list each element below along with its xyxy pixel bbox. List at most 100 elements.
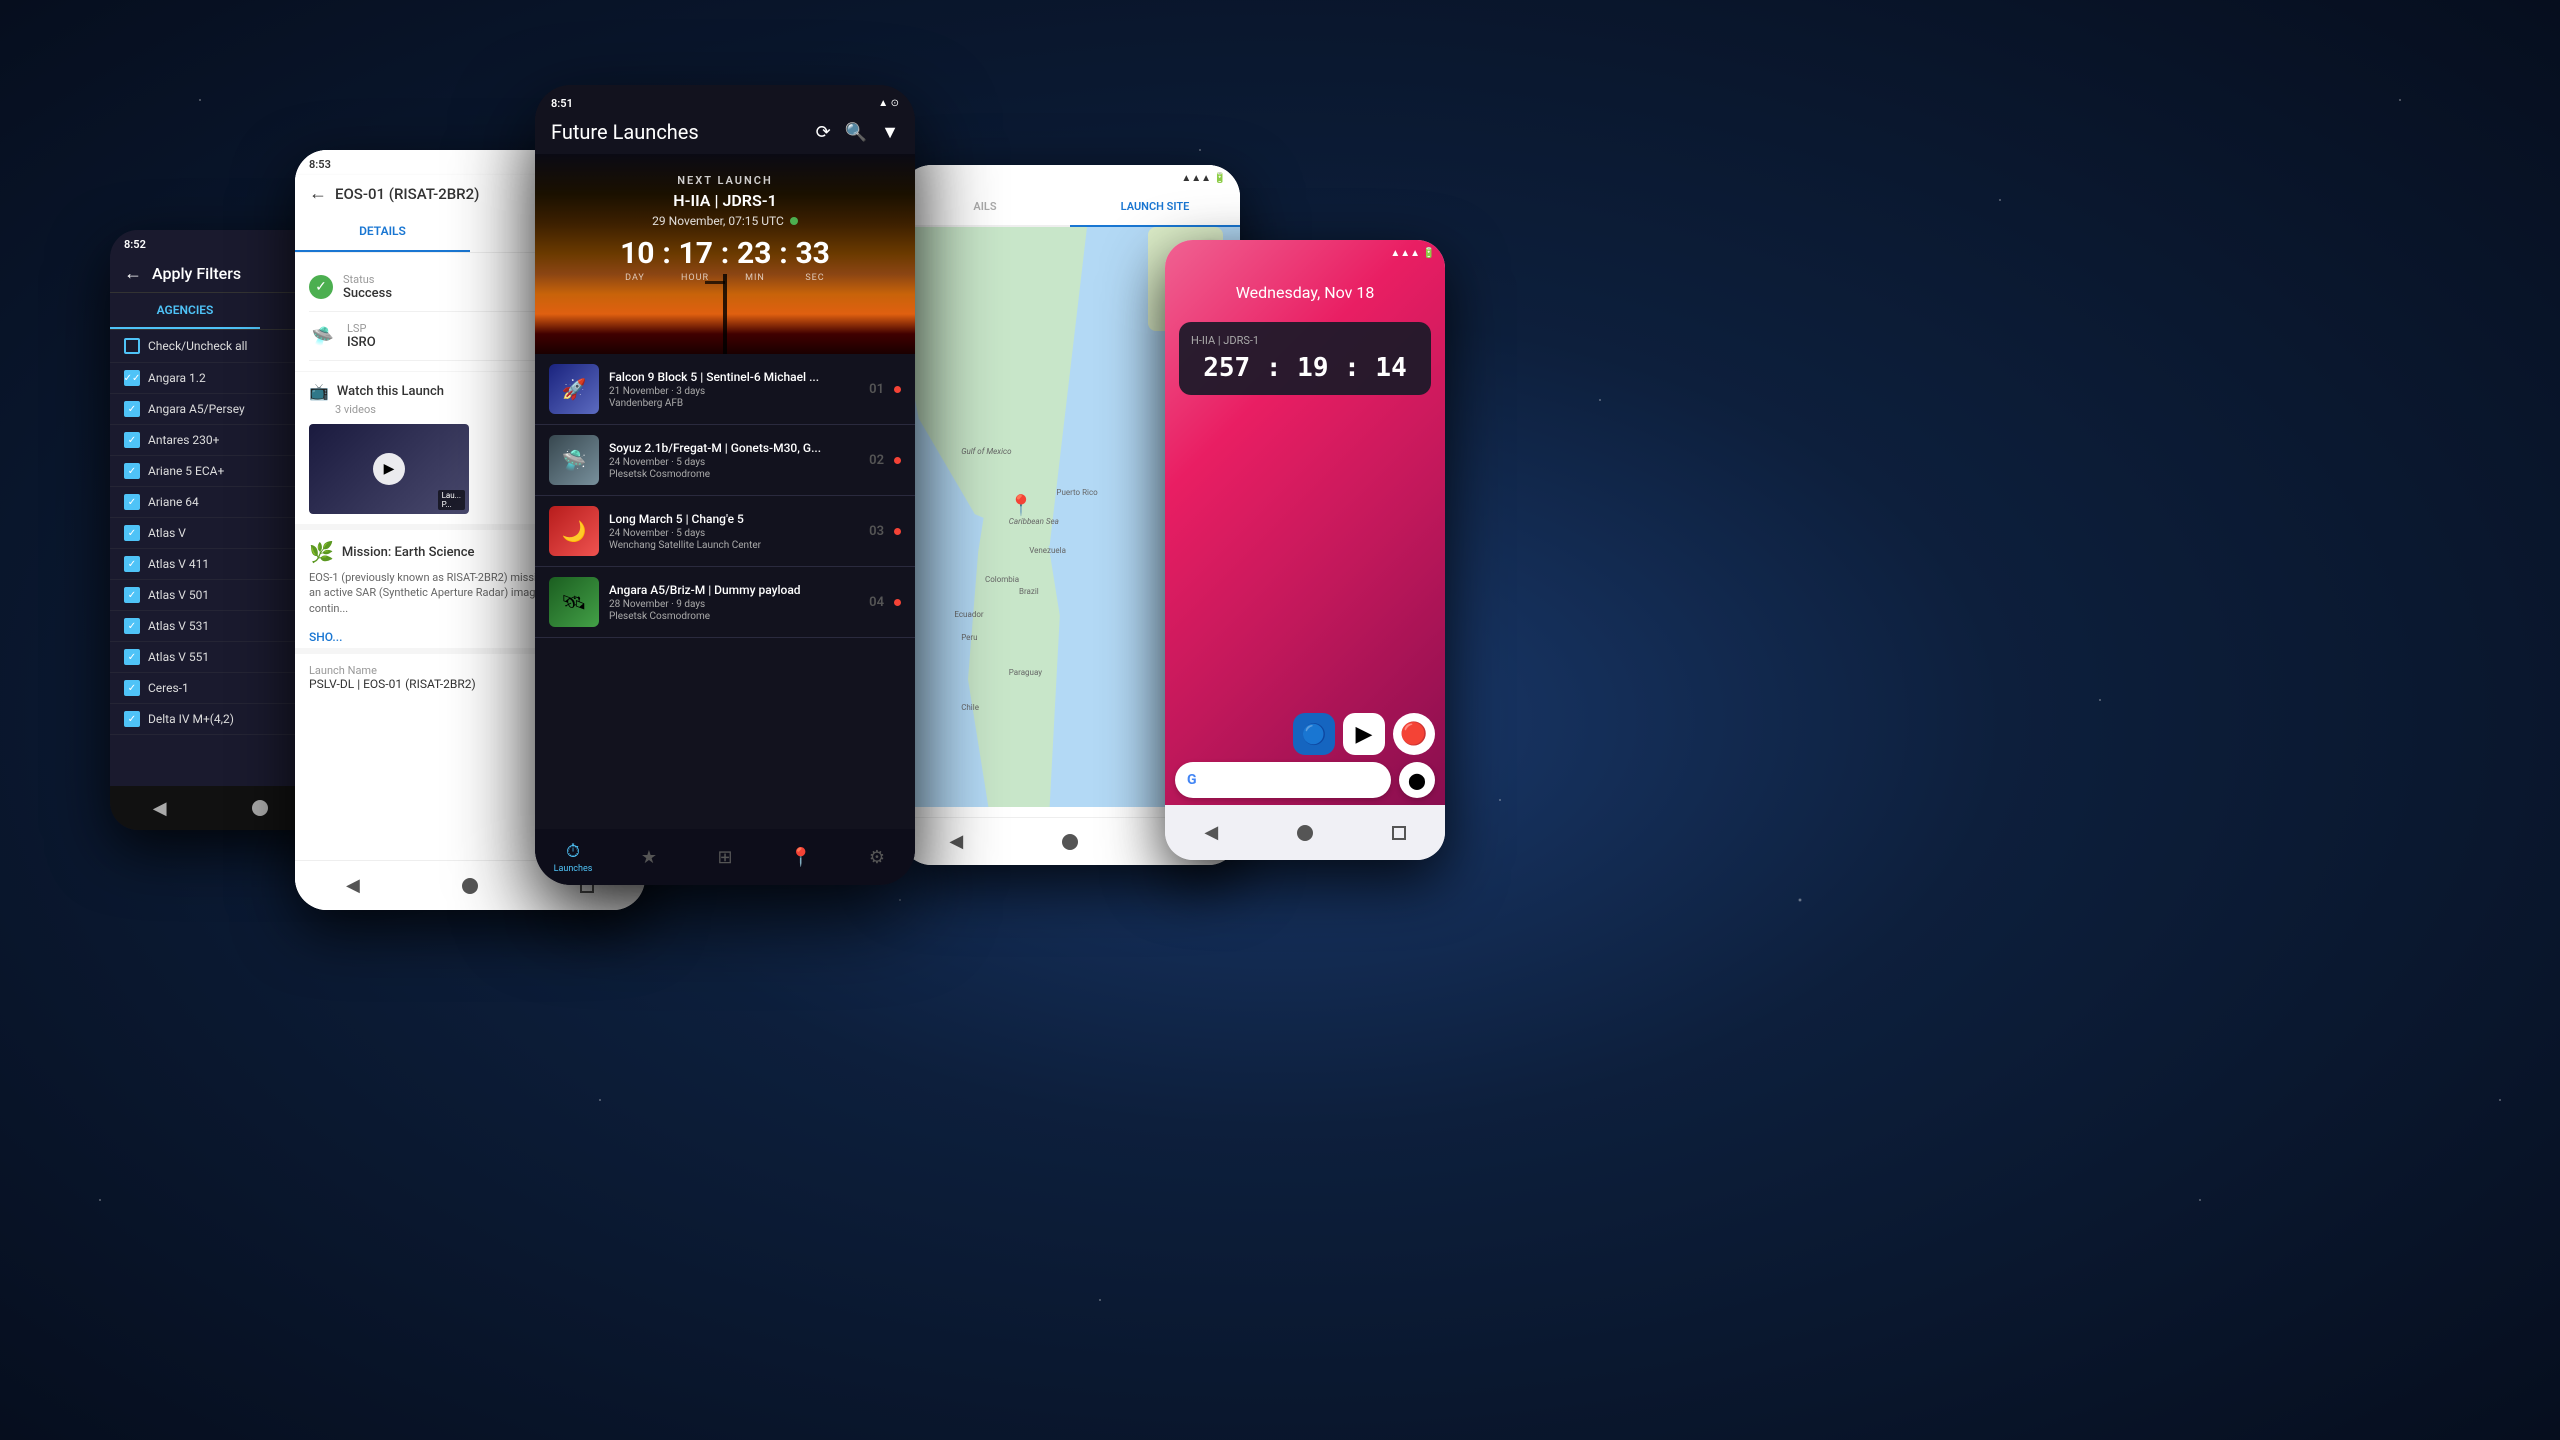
main-notch	[535, 85, 915, 93]
nav-favorites[interactable]: ★	[611, 847, 687, 868]
countdown-hours: 17	[673, 236, 719, 271]
nav-map[interactable]: 📍	[763, 847, 839, 868]
countdown-display: 10 : 17 : 23 : 33	[614, 236, 835, 271]
history-icon[interactable]: ⟳	[816, 122, 831, 143]
launch-item-3[interactable]: 🌙 Long March 5 | Chang'e 5 24 November ·…	[535, 496, 915, 567]
launch-location-3: Wenchang Satellite Launch Center	[609, 540, 859, 551]
app-icon-chrome[interactable]: 🔴	[1393, 713, 1435, 755]
launch-num-4: 04	[869, 595, 884, 610]
cd-sep2	[720, 273, 730, 283]
launch-status-dot-1	[894, 386, 901, 393]
tab-launch-site[interactable]: LAUNCH SITE	[1070, 188, 1240, 227]
launch-item-4[interactable]: 🛰 Angara A5/Briz-M | Dummy payload 28 No…	[535, 567, 915, 638]
launch-status-dot-4	[894, 599, 901, 606]
tab-details-map[interactable]: AILS	[900, 188, 1070, 225]
video-thumbnail[interactable]: ▶ Lau...P...	[309, 424, 469, 514]
widget-date: Wednesday, Nov 18	[1165, 283, 1445, 302]
cd-label-sec: SEC	[792, 273, 838, 283]
app-icons-row: 🔵 ▶ 🔴	[1165, 713, 1445, 755]
status-value: Success	[343, 286, 392, 301]
watch-title: Watch this Launch	[337, 384, 444, 399]
main-header-icons: ⟳ 🔍 ▼	[816, 122, 899, 143]
launch-location-4: Plesetsk Cosmodrome	[609, 611, 859, 622]
nav-grid[interactable]: ⊞	[687, 847, 763, 868]
nav-launches[interactable]: ⏱ Launches	[535, 841, 611, 874]
country-peru: Peru	[961, 633, 977, 642]
launch-num-1: 01	[869, 382, 884, 397]
launch-thumb-3: 🌙	[549, 506, 599, 556]
search-icon[interactable]: 🔍	[845, 122, 867, 143]
country-caribbean: Caribbean Sea	[1009, 517, 1059, 526]
app-icon-play[interactable]: ▶	[1343, 713, 1385, 755]
nav-back-icon[interactable]: ◀	[153, 798, 167, 819]
country-colombia: Colombia	[985, 575, 1019, 584]
launches-nav-label: Launches	[554, 864, 593, 874]
play-button-icon[interactable]: ▶	[373, 453, 405, 485]
nav-home-icon[interactable]	[252, 800, 268, 816]
lsp-value: ISRO	[347, 335, 376, 350]
app-icon-blue[interactable]: 🔵	[1293, 713, 1335, 755]
widget-countdown-card: H-IIA | JDRS-1 257 : 19 : 14	[1179, 322, 1431, 395]
next-launch-name: H-IIA | JDRS-1	[673, 191, 776, 210]
eos-title: EOS-01 (RISAT-2BR2)	[335, 185, 479, 203]
eos-nav-home[interactable]	[462, 878, 478, 894]
launch-name-2: Soyuz 2.1b/Fregat-M | Gonets-M30, G...	[609, 441, 859, 455]
map-nav-back[interactable]: ◀	[949, 831, 963, 852]
nav-settings[interactable]: ⚙	[839, 847, 915, 868]
countdown-minutes: 23	[731, 236, 777, 271]
filters-back-button[interactable]: ←	[124, 263, 142, 284]
tab-details[interactable]: DETAILS	[295, 212, 470, 252]
filter-icon[interactable]: ▼	[881, 122, 899, 143]
checkbox-all[interactable]	[124, 338, 140, 354]
main-bottom-nav: ⏱ Launches ★ ⊞ 📍 ⚙	[535, 829, 915, 885]
mission-icon: 🌿	[309, 540, 334, 564]
filter-label-antares: Antares 230+	[148, 433, 219, 447]
widget-nav-back[interactable]: ◀	[1204, 822, 1218, 843]
checkbox-angara12[interactable]: ✓	[124, 370, 140, 386]
mission-title: Mission: Earth Science	[342, 545, 475, 560]
launch-status-dot-3	[894, 528, 901, 535]
launch-thumb-4: 🛰	[549, 577, 599, 627]
next-launch-label: NEXT LAUNCH	[677, 174, 772, 187]
launch-num-3: 03	[869, 524, 884, 539]
map-nav-icon: 📍	[790, 847, 812, 868]
eos-back-button[interactable]: ←	[309, 183, 327, 204]
tab-agencies[interactable]: AGENCIES	[110, 293, 260, 329]
google-assistant-button[interactable]: ⬤	[1399, 762, 1435, 798]
launch-name-3: Long March 5 | Chang'e 5	[609, 512, 859, 526]
widget-nav-recent[interactable]	[1392, 826, 1406, 840]
country-gulf-mexico: Gulf of Mexico	[961, 447, 1011, 456]
launches-nav-icon: ⏱	[566, 841, 580, 862]
launch-location-1: Vandenberg AFB	[609, 398, 859, 409]
launch-status-dot-2	[894, 457, 901, 464]
lsp-field: LSP ISRO	[347, 322, 376, 350]
google-logo: G	[1187, 772, 1197, 788]
eos-nav-back[interactable]: ◀	[346, 875, 360, 896]
countdown-seconds: 33	[790, 236, 836, 271]
status-field: Status Success	[343, 273, 392, 301]
main-time: 8:51	[551, 97, 573, 110]
country-ecuador: Ecuador	[954, 610, 983, 619]
filters-title: Apply Filters	[152, 264, 241, 283]
grid-nav-icon: ⊞	[717, 847, 732, 868]
status-success-icon: ✓	[309, 275, 333, 299]
filter-label-all: Check/Uncheck all	[148, 339, 247, 353]
widget-nav-home[interactable]	[1297, 825, 1313, 841]
cd-sep1	[660, 273, 670, 283]
phone-widget: ▲▲▲ 🔋 Wednesday, Nov 18 H-IIA | JDRS-1 2…	[1165, 240, 1445, 860]
launch-info-3: Long March 5 | Chang'e 5 24 November · 5…	[609, 512, 859, 551]
filter-label-atlasv: Atlas V	[148, 526, 186, 540]
widget-bottom-nav: ◀	[1165, 805, 1445, 860]
google-search-bar[interactable]: G	[1175, 762, 1391, 798]
settings-nav-icon: ⚙	[869, 847, 885, 868]
eos-time: 8:53	[309, 158, 331, 171]
map-status-icons: ▲▲▲ 🔋	[1181, 173, 1226, 184]
hero-section: NEXT LAUNCH H-IIA | JDRS-1 29 November, …	[535, 154, 915, 354]
launch-item-2[interactable]: 🛸 Soyuz 2.1b/Fregat-M | Gonets-M30, G...…	[535, 425, 915, 496]
launch-item-1[interactable]: 🚀 Falcon 9 Block 5 | Sentinel-6 Michael …	[535, 354, 915, 425]
country-paraguay: Paraguay	[1009, 668, 1042, 677]
map-nav-home[interactable]	[1062, 834, 1078, 850]
countdown-sep2: :	[721, 236, 729, 271]
widget-card-title: H-IIA | JDRS-1	[1191, 334, 1419, 347]
isro-logo: 🛸	[309, 322, 337, 350]
